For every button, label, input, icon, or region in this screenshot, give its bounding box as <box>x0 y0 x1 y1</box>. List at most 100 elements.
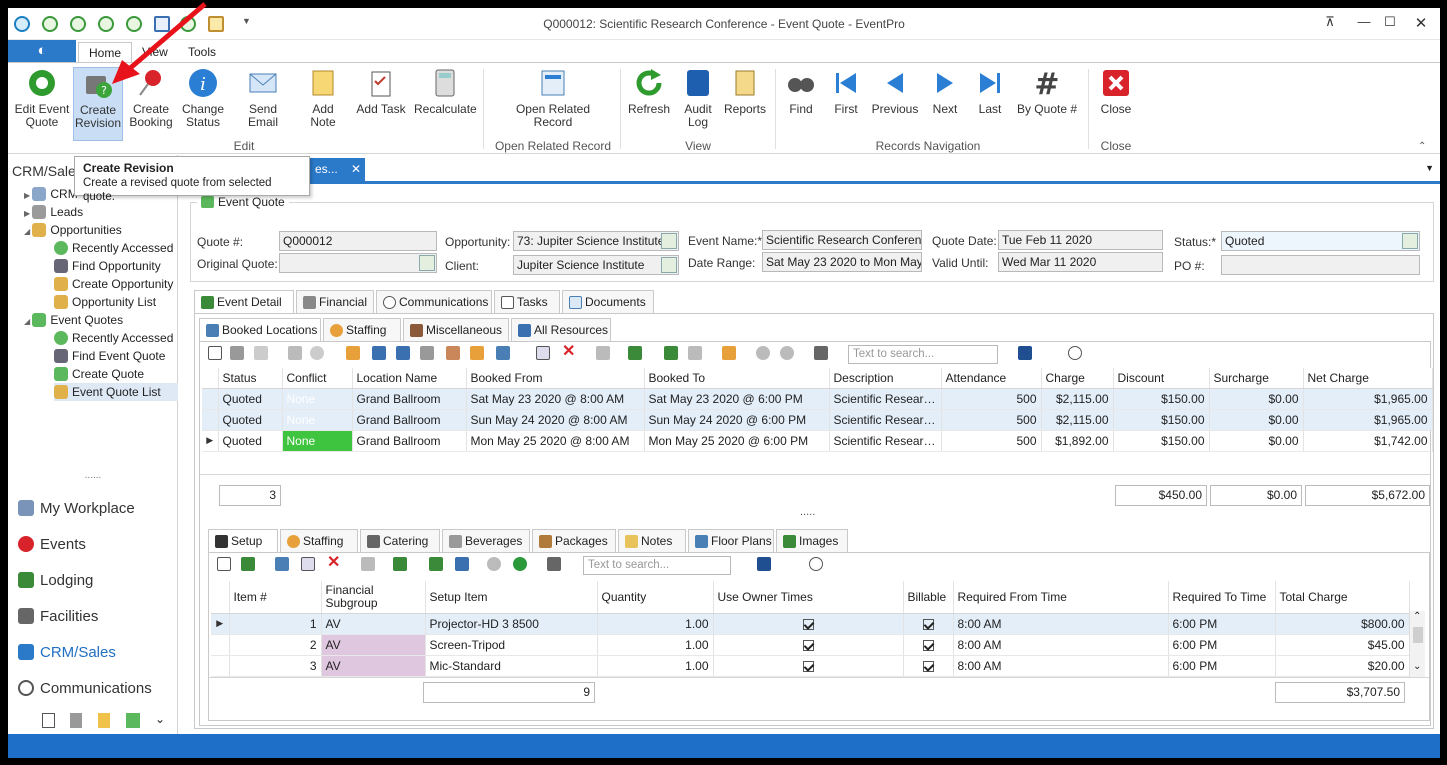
column-header-status[interactable]: Status <box>218 368 283 389</box>
column-header-booked-from[interactable]: Booked From <box>466 368 645 389</box>
new-icon[interactable] <box>208 346 222 360</box>
tree-item-opportunity-list[interactable]: Opportunity List <box>54 293 156 311</box>
save-layout-icon[interactable] <box>757 557 771 571</box>
original-quote-field[interactable] <box>279 253 437 273</box>
column-header-quantity[interactable]: Quantity <box>597 581 714 614</box>
scroll-up-icon[interactable]: ⌃ <box>1413 611 1421 622</box>
delete-icon[interactable]: ✕ <box>562 344 576 360</box>
column-header-required-from-time[interactable]: Required From Time <box>953 581 1169 614</box>
audit-log-button[interactable]: Audit Log <box>678 67 718 129</box>
column-header-discount[interactable]: Discount <box>1113 368 1210 389</box>
grid-icon[interactable] <box>536 346 550 360</box>
checkbox-checked-icon[interactable] <box>802 618 814 630</box>
scroll-thumb[interactable] <box>1413 627 1423 643</box>
cell-use-owner-times[interactable] <box>713 634 904 656</box>
edit-event-quote-button[interactable]: Edit Event Quote <box>14 67 70 129</box>
tab-tools[interactable]: Tools <box>178 42 226 62</box>
picker-icon[interactable] <box>1402 233 1418 249</box>
undo-icon[interactable] <box>310 346 324 360</box>
tab-financial[interactable]: Financial <box>296 290 374 314</box>
tree-item-crm[interactable]: ▶ CRM <box>24 185 78 203</box>
restore-ribbon-icon[interactable]: ⊼ <box>1319 14 1341 34</box>
column-header-setup-item[interactable]: Setup Item <box>425 581 598 614</box>
table-row[interactable]: Quoted None Grand Ballroom Sat May 23 20… <box>202 388 1433 410</box>
by-quote-number-button[interactable]: # By Quote # <box>1014 67 1080 116</box>
columns-icon[interactable] <box>393 557 407 571</box>
close-button[interactable]: Close <box>1096 67 1136 116</box>
tab-notes[interactable]: Notes <box>618 529 686 553</box>
column-header-item-number[interactable]: Item # <box>229 581 322 614</box>
column-header-net-charge[interactable]: Net Charge <box>1303 368 1433 389</box>
column-header-surcharge[interactable]: Surcharge <box>1209 368 1304 389</box>
tree-item-find-event-quote[interactable]: Find Event Quote <box>54 347 165 365</box>
tab-event-detail[interactable]: Event Detail <box>194 290 294 314</box>
reports-button[interactable]: Reports <box>722 67 768 116</box>
tab-view[interactable]: View <box>132 42 178 62</box>
table-row[interactable]: ▶ Quoted None Grand Ballroom Mon May 25 … <box>202 430 1433 452</box>
open-related-record-button[interactable]: Open Related Record <box>513 67 593 129</box>
columns-icon[interactable] <box>628 346 642 360</box>
column-header-booked-to[interactable]: Booked To <box>644 368 830 389</box>
column-header-billable[interactable]: Billable <box>903 581 954 614</box>
move-up-icon[interactable] <box>756 346 770 360</box>
find-button[interactable]: Find <box>783 67 819 116</box>
module-crm-sales[interactable]: CRM/Sales <box>18 639 116 667</box>
location-copy-icon[interactable] <box>420 346 434 360</box>
export-icon[interactable] <box>429 557 443 571</box>
delete-icon[interactable]: ✕ <box>327 555 341 571</box>
add-location-icon[interactable] <box>372 346 386 360</box>
locations-search-input[interactable]: Text to search... <box>848 345 998 364</box>
table-row[interactable]: Quoted None Grand Ballroom Sun May 24 20… <box>202 409 1433 431</box>
module-events[interactable]: Events <box>18 531 86 559</box>
grid-icon[interactable] <box>301 557 315 571</box>
event-name-field[interactable]: Scientific Research Conference <box>762 230 922 250</box>
location-icon[interactable] <box>396 346 410 360</box>
chevron-down-icon[interactable]: ⌄ <box>155 712 165 726</box>
application-menu-button[interactable]: ◐ <box>8 40 76 62</box>
module-communications[interactable]: Communications <box>18 675 152 703</box>
close-tab-icon[interactable]: ✕ <box>351 158 361 181</box>
tree-item-event-quote-list[interactable]: Event Quote List <box>54 383 178 401</box>
move-up-icon[interactable] <box>487 557 501 571</box>
tab-packages[interactable]: Packages <box>532 529 616 553</box>
tab-home[interactable]: Home <box>78 42 133 62</box>
change-status-button[interactable]: i Change Status <box>178 67 228 129</box>
next-button[interactable]: Next <box>926 67 964 116</box>
tools-icon[interactable] <box>446 346 460 360</box>
maximize-button[interactable]: ☐ <box>1379 14 1401 34</box>
tree-item-leads[interactable]: ▶ Leads <box>24 203 83 221</box>
print-icon[interactable] <box>596 346 610 360</box>
setup-search-input[interactable]: Text to search... <box>583 556 731 575</box>
column-header-required-to-time[interactable]: Required To Time <box>1168 581 1276 614</box>
tab-staffing[interactable]: Staffing <box>323 318 401 342</box>
tab-floor-plans[interactable]: Floor Plans <box>688 529 774 553</box>
tab-staffing-resources[interactable]: Staffing <box>280 529 358 553</box>
tab-list-dropdown-icon[interactable]: ▼ <box>1425 163 1434 173</box>
tree-item-opportunities[interactable]: ◢ Opportunities <box>24 221 122 239</box>
create-revision-button[interactable]: ? Create Revision <box>73 67 123 141</box>
column-header-attendance[interactable]: Attendance <box>941 368 1042 389</box>
find-in-grid-icon[interactable] <box>809 557 823 571</box>
checkbox-checked-icon[interactable] <box>922 618 934 630</box>
add-note-button[interactable]: Add Note <box>298 67 348 129</box>
note-shortcut-icon[interactable] <box>98 713 110 728</box>
nav-splitter[interactable]: ...... <box>8 471 178 483</box>
tab-booked-locations[interactable]: Booked Locations <box>199 318 321 342</box>
save-layout-icon[interactable] <box>1018 346 1032 360</box>
column-header-financial-subgroup[interactable]: Financial Subgroup <box>321 581 426 614</box>
notes-icon[interactable] <box>722 346 736 360</box>
edit-icon[interactable] <box>275 557 289 571</box>
tab-documents[interactable]: Documents <box>562 290 654 314</box>
table-row[interactable]: 2 AV Screen-Tripod 1.00 8:00 AM 6:00 PM … <box>211 634 1410 656</box>
document-icon[interactable] <box>455 557 469 571</box>
cell-billable[interactable] <box>903 634 954 656</box>
tab-all-resources[interactable]: All Resources <box>511 318 611 342</box>
picker-icon[interactable] <box>661 233 677 249</box>
add-task-button[interactable]: Add Task <box>356 67 406 116</box>
tab-communications[interactable]: Communications <box>376 290 492 314</box>
close-window-button[interactable]: ✕ <box>1410 14 1432 34</box>
hierarchy-icon[interactable] <box>496 346 510 360</box>
tab-catering[interactable]: Catering <box>360 529 440 553</box>
move-down-icon[interactable] <box>513 557 527 571</box>
filter-icon[interactable] <box>547 557 561 571</box>
